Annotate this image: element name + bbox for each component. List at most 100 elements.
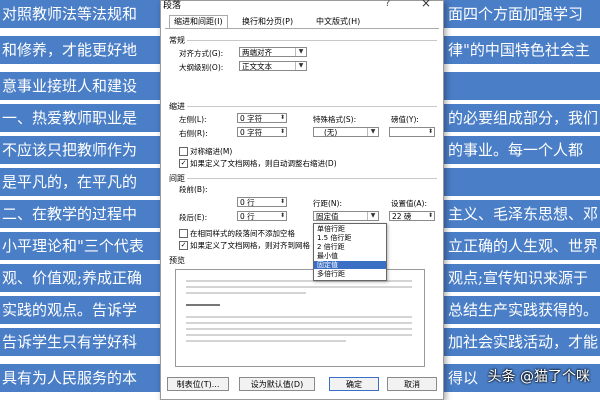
line-text-right: 的必要组成部分，我们 [448, 109, 599, 127]
indent-right-spinner[interactable]: 0 字符 ⬍ [237, 127, 287, 137]
outline-level-select[interactable]: 正文文本 ▼ [239, 61, 307, 71]
preview-line [186, 286, 412, 288]
line-spacing-option-1-5[interactable]: 1.5 倍行距 [314, 234, 386, 242]
indent-by-spinner[interactable]: ⬍ [389, 127, 435, 137]
preview-line [186, 334, 412, 336]
spinner-arrows-icon[interactable]: ⬍ [427, 212, 434, 220]
chevron-down-icon: ▼ [367, 212, 378, 220]
line-text-left: 具有为人民服务的本 [2, 369, 138, 387]
line-spacing-label: 行距(N): [313, 199, 342, 208]
line-text-right: 主义、毛泽东思想、邓 [448, 205, 599, 223]
line-spacing-option-single[interactable]: 单倍行距 [314, 225, 386, 233]
dialog-titlebar: 段落 ? × [161, 0, 443, 11]
line-text-left: 实践的观点。告诉学 [2, 301, 138, 319]
preview-current-line [186, 304, 220, 306]
alignment-value: 两端对齐 [242, 48, 272, 57]
indent-left-value: 0 字符 [240, 114, 263, 123]
spinner-arrows-icon[interactable]: ⬍ [279, 212, 286, 220]
line-text-right: 总结生产实践获得的。 [448, 301, 599, 319]
chevron-down-icon: ▼ [295, 48, 306, 56]
snap-to-grid-checkbox[interactable]: ✓ [179, 241, 188, 250]
line-spacing-at-label: 设置值(A): [391, 199, 428, 208]
set-default-button[interactable]: 设为默认值(D) [239, 377, 315, 391]
alignment-label: 对齐方式(G): [179, 49, 224, 58]
watermark: 头条 @猫了个咪 [487, 369, 590, 385]
chevron-down-icon: ▼ [295, 62, 306, 70]
indent-left-label: 左侧(L): [179, 115, 207, 124]
ok-button[interactable]: 确定 [329, 377, 379, 391]
indent-by-label: 磅值(Y): [391, 115, 419, 124]
divider [187, 178, 437, 179]
line-text-left: 对照教师法等法规和 [2, 5, 138, 23]
space-after-spinner[interactable]: 0 行 ⬍ [237, 211, 287, 221]
line-text-right: 面四个方面加强学习 [448, 5, 584, 23]
line-spacing-option-at-least[interactable]: 最小值 [314, 252, 386, 260]
no-space-same-style-checkbox[interactable] [179, 229, 188, 238]
divider [187, 106, 437, 107]
special-indent-value: (无) [324, 128, 338, 137]
line-spacing-option-multiple[interactable]: 多倍行距 [314, 270, 386, 278]
line-spacing-option-exactly[interactable]: 固定值 [314, 261, 386, 269]
section-preview-heading: 预览 [169, 256, 185, 265]
line-spacing-at-value: 22 磅 [392, 212, 412, 221]
line-spacing-at-spinner[interactable]: 22 磅 ⬍ [389, 211, 435, 221]
snap-to-grid-label: 如果定义了文档网格，则对齐到网格 [190, 241, 310, 250]
tab-indent-spacing[interactable]: 缩进和间距(I) [169, 15, 228, 29]
paragraph-dialog: 段落 ? × 缩进和间距(I) 换行和分页(P) 中文版式(H) 常规 对齐方式… [160, 0, 444, 400]
spinner-arrows-icon[interactable]: ⬍ [279, 128, 286, 136]
space-after-label: 段后(E): [179, 213, 208, 222]
line-text-left: 意事业接班人和建设 [2, 77, 138, 95]
tab-divider [165, 28, 439, 29]
auto-adjust-right-indent-label: 如果定义了文档网格，则自动调整右缩进(D) [190, 159, 337, 168]
preview-line [186, 292, 306, 294]
preview-line [186, 328, 412, 330]
section-general-heading: 常规 [169, 36, 185, 45]
spinner-arrows-icon[interactable]: ⬍ [427, 128, 434, 136]
line-text-left: 二、在教学的过程中 [2, 205, 138, 223]
special-indent-label: 特殊格式(S): [313, 115, 357, 124]
special-indent-select[interactable]: (无) ▼ [313, 127, 379, 137]
line-text-left: 是平凡的，在平凡的 [2, 173, 138, 191]
line-text-left: 不应该只把教师作为 [2, 141, 138, 159]
line-text-right: 律"的中国特色社会主 [448, 41, 590, 59]
line-spacing-dropdown-list: 单倍行距 1.5 倍行距 2 倍行距 最小值 固定值 多倍行距 [313, 223, 387, 281]
alignment-select[interactable]: 两端对齐 ▼ [239, 47, 307, 57]
line-text-right: 的事业。每一个人都 [448, 141, 584, 159]
close-button[interactable]: × [421, 0, 431, 10]
line-spacing-select[interactable]: 固定值 ▼ [313, 211, 379, 221]
chevron-down-icon: ▼ [367, 128, 378, 136]
line-text-left: 告诉学生只有学好科 [2, 333, 138, 351]
line-text-right: 立正确的人生观、世界 [448, 237, 599, 255]
preview-line [186, 316, 412, 318]
spinner-arrows-icon[interactable]: ⬍ [279, 114, 286, 122]
line-text-right: 加社会实践活动，才能 [448, 333, 599, 351]
mirror-indent-label: 对称缩进(M) [190, 147, 233, 156]
space-before-spinner[interactable]: 0 行 ⬍ [237, 197, 287, 207]
preview-line [186, 322, 412, 324]
line-text-left: 和修养，才能更好地 [2, 41, 138, 59]
auto-adjust-right-indent-checkbox[interactable]: ✓ [179, 159, 188, 168]
preview-line [186, 340, 346, 342]
line-text-left: 小平理论和"三个代表 [2, 237, 144, 255]
space-after-value: 0 行 [240, 212, 255, 221]
outline-level-label: 大纲级别(O): [179, 63, 224, 72]
cancel-button[interactable]: 取消 [387, 377, 437, 391]
line-spacing-option-double[interactable]: 2 倍行距 [314, 243, 386, 251]
space-before-value: 0 行 [240, 198, 255, 207]
indent-left-spinner[interactable]: 0 字符 ⬍ [237, 113, 287, 123]
spinner-arrows-icon[interactable]: ⬍ [279, 198, 286, 206]
outline-level-value: 正文文本 [242, 62, 272, 71]
line-text-left: 一、热爱教师职业是 [2, 109, 138, 127]
tabs-button[interactable]: 制表位(T)... [167, 377, 229, 391]
help-button[interactable]: ? [385, 0, 390, 9]
indent-right-label: 右侧(R): [179, 129, 208, 138]
line-text-left: 观、价值观;养成正确 [2, 269, 143, 287]
space-before-label: 段前(B): [179, 185, 208, 194]
tab-asian-typography[interactable]: 中文版式(H) [311, 15, 365, 29]
line-text-right: 观点;宣传知识来源于 [448, 269, 589, 287]
line-spacing-value: 固定值 [316, 212, 339, 221]
section-indent-heading: 缩进 [169, 102, 185, 111]
divider [187, 40, 437, 41]
mirror-indent-checkbox[interactable] [179, 147, 188, 156]
tab-line-page-breaks[interactable]: 换行和分页(P) [237, 15, 298, 29]
